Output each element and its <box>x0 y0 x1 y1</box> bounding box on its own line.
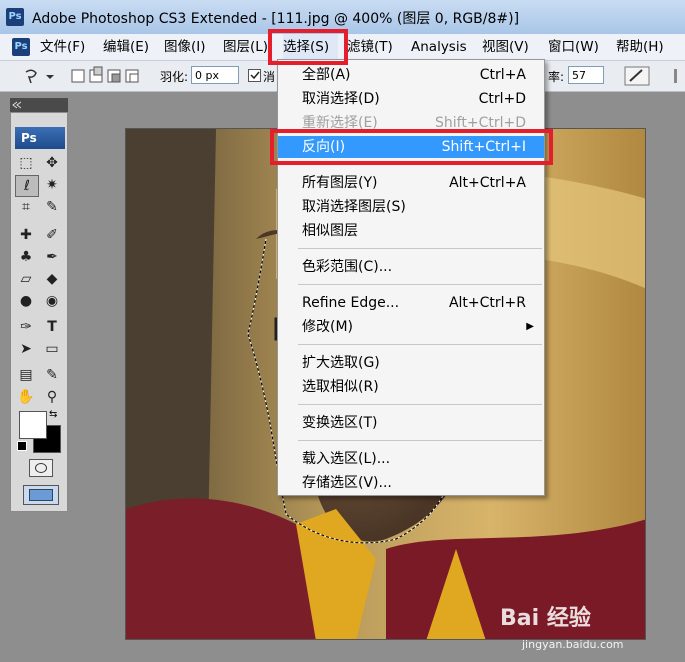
antialias-label: 消 <box>263 70 276 84</box>
menu-item-shortcut: Alt+Ctrl+A <box>449 175 526 191</box>
dodge-icon[interactable]: ◉ <box>41 291 63 311</box>
menu-window[interactable]: 窗口(W) <box>548 34 599 60</box>
toolbox-header: Ps <box>15 127 65 149</box>
feather-label: 羽化: <box>160 70 189 84</box>
menu-image[interactable]: 图像(I) <box>164 34 206 60</box>
default-colors-icon[interactable] <box>17 441 27 451</box>
menu-item-label: 扩大选取(G) <box>302 355 380 371</box>
menu-help[interactable]: 帮助(H) <box>616 34 664 60</box>
menu-file[interactable]: 文件(F) <box>40 34 85 60</box>
edge-refine-icon[interactable] <box>624 66 650 86</box>
magic-wand-icon[interactable]: ✷ <box>41 175 63 195</box>
collapse-icon[interactable] <box>12 101 22 109</box>
feather-input[interactable]: 0 px <box>191 66 239 84</box>
menu-separator <box>298 344 542 345</box>
menu-edit[interactable]: 编辑(E) <box>103 34 149 60</box>
select-menu-dropdown: 全部(A) Ctrl+A 取消选择(D) Ctrl+D 重新选择(E) Shif… <box>277 59 545 496</box>
selection-mode-icons[interactable] <box>70 66 150 86</box>
menu-item-label: 取消选择图层(S) <box>302 199 406 215</box>
brush-icon[interactable]: ✐ <box>41 225 63 245</box>
menu-item-select-all[interactable]: 全部(A) Ctrl+A <box>278 64 544 86</box>
menu-item-save-selection[interactable]: 存储选区(V)... <box>278 472 544 494</box>
options-more-icon[interactable] <box>672 66 682 86</box>
menu-item-grow[interactable]: 扩大选取(G) <box>278 352 544 374</box>
watermark-url: jingyan.baidu.com <box>522 638 624 651</box>
menu-item-label: 选取相似(R) <box>302 379 379 395</box>
blur-icon[interactable]: ● <box>15 291 37 311</box>
eyedropper-icon[interactable]: ✎ <box>41 197 63 217</box>
menu-item-refine-edge[interactable]: Refine Edge... Alt+Ctrl+R <box>278 292 544 314</box>
menu-item-shortcut: Alt+Ctrl+R <box>448 295 526 311</box>
window-title: Adobe Photoshop CS3 Extended - [111.jpg … <box>32 11 520 27</box>
baidu-watermark: Bai 经验 <box>500 606 591 631</box>
menu-item-label: 存储选区(V)... <box>302 475 392 491</box>
menu-item-modify[interactable]: 修改(M) ▶ <box>278 316 544 338</box>
shape-icon[interactable]: ▭ <box>41 339 63 359</box>
menu-item-label: 载入选区(L)... <box>302 451 391 467</box>
menu-item-load-selection[interactable]: 载入选区(L)... <box>278 448 544 470</box>
menu-item-label: 全部(A) <box>302 67 351 83</box>
resolution-label: 率: <box>548 70 565 84</box>
ps-menu-icon[interactable]: Ps <box>12 38 30 56</box>
type-icon[interactable]: T <box>41 317 63 337</box>
move-icon[interactable]: ✥ <box>41 153 63 173</box>
photoshop-app-icon: Ps <box>6 8 24 26</box>
sampler-icon[interactable]: ✎ <box>41 365 63 385</box>
menu-item-shortcut: Ctrl+A <box>479 67 526 83</box>
stamp-icon[interactable]: ♣ <box>15 247 37 267</box>
bucket-icon[interactable]: ◆ <box>41 269 63 289</box>
lasso-tool-preset-icon[interactable] <box>22 66 56 86</box>
path-select-icon[interactable]: ➤ <box>15 339 37 359</box>
menu-separator <box>298 404 542 405</box>
swap-colors-icon[interactable]: ⇆ <box>49 409 57 420</box>
menu-item-label: 修改(M) <box>302 319 354 335</box>
foreground-color-front[interactable] <box>19 411 47 439</box>
menu-item-transform-selection[interactable]: 变换选区(T) <box>278 412 544 434</box>
lasso-icon[interactable]: ℓ <box>15 175 39 197</box>
menu-analysis[interactable]: Analysis <box>411 34 467 60</box>
menu-item-label: Refine Edge... <box>302 295 400 311</box>
marquee-icon[interactable]: ⬚ <box>15 153 37 173</box>
menu-item-shortcut: Ctrl+D <box>478 91 526 107</box>
notes-icon[interactable]: ▤ <box>15 365 37 385</box>
menu-separator <box>298 248 542 249</box>
menu-item-label: 相似图层 <box>302 223 358 239</box>
menu-item-label: 所有图层(Y) <box>302 175 378 191</box>
resolution-input[interactable]: 57 <box>568 66 604 84</box>
annotation-box-inverse <box>270 129 553 165</box>
menu-layer[interactable]: 图层(L) <box>223 34 268 60</box>
menu-item-label: 变换选区(T) <box>302 415 378 431</box>
menu-separator <box>298 440 542 441</box>
menu-item-label: 取消选择(D) <box>302 91 380 107</box>
menu-item-color-range[interactable]: 色彩范围(C)... <box>278 256 544 278</box>
submenu-arrow-icon: ▶ <box>526 321 534 332</box>
menu-item-deselect[interactable]: 取消选择(D) Ctrl+D <box>278 88 544 110</box>
pen-icon[interactable]: ✑ <box>15 317 37 337</box>
toolbox-grip[interactable] <box>10 98 68 112</box>
menu-item-label: 色彩范围(C)... <box>302 259 393 275</box>
menu-item-similar-layers[interactable]: 相似图层 <box>278 220 544 242</box>
menu-item-similar[interactable]: 选取相似(R) <box>278 376 544 398</box>
menu-separator <box>298 284 542 285</box>
menu-view[interactable]: 视图(V) <box>482 34 529 60</box>
screen-mode-icon[interactable] <box>23 485 59 505</box>
toolbox: Ps ⬚ ✥ ℓ ✷ ⌗ ✎ ✚ ✐ ♣ ✒ ▱ ◆ ● ◉ ✑ T ➤ ▭ ▤… <box>10 112 68 512</box>
quick-mask-icon[interactable] <box>29 459 53 477</box>
antialias-checkbox[interactable] <box>248 69 261 82</box>
menu-item-deselect-layers[interactable]: 取消选择图层(S) <box>278 196 544 218</box>
menu-item-all-layers[interactable]: 所有图层(Y) Alt+Ctrl+A <box>278 172 544 194</box>
crop-icon[interactable]: ⌗ <box>15 197 37 217</box>
zoom-icon[interactable]: ⚲ <box>41 387 63 407</box>
hand-icon[interactable]: ✋ <box>15 387 37 407</box>
healing-icon[interactable]: ✚ <box>15 225 37 245</box>
eraser-icon[interactable]: ▱ <box>15 269 37 289</box>
annotation-box-select-menu <box>268 29 348 65</box>
menu-filter[interactable]: 滤镜(T) <box>347 34 393 60</box>
history-brush-icon[interactable]: ✒ <box>41 247 63 267</box>
